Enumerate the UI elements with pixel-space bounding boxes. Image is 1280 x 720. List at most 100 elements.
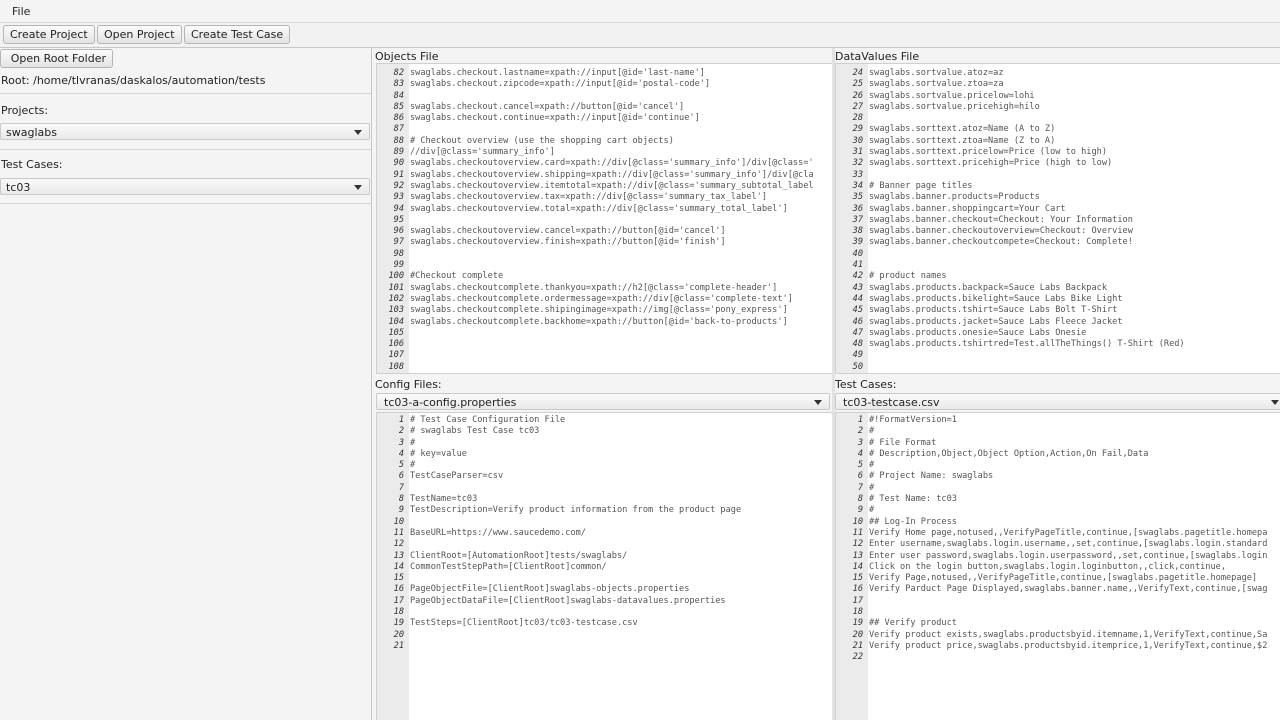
code-text: swaglabs.banner.checkout=Checkout: Your … [869,214,1133,225]
code-line: 100 #Checkout complete [377,271,832,282]
code-line: 4 # Description,Object,Object Option,Acti… [836,449,1280,460]
code-line: 2 # swaglabs Test Case tc03 [377,426,832,437]
code-line: 98 [377,249,832,260]
line-number: 12 [852,539,863,550]
line-number: 4 [398,448,404,459]
line-number: 87 [393,124,404,135]
line-number: 8 [398,494,404,505]
line-number: 41 [852,260,863,271]
code-line: 48 swaglabs.products.tshirtred=Test.allTh… [836,339,1280,350]
code-text: swaglabs.checkout.cancel=xpath://button[… [410,101,685,112]
line-number: 83 [393,79,404,90]
line-number: 90 [393,158,404,169]
open-project-button[interactable]: Open Project [97,25,182,44]
line-number: 21 [393,640,404,651]
test-case-editor[interactable]: 1 #!FormatVersion=1 2 #3 # File Format 4 # Des… [835,412,1280,720]
line-number: 99 [393,260,404,271]
line-number: 16 [852,584,863,595]
test-case-select-value: tc03 [6,181,31,194]
code-line: 93 swaglabs.checkoutoverview.tax=xpath://… [377,192,832,203]
line-number: 85 [393,101,404,112]
code-text: swaglabs.sorttext.pricehigh=Price (high … [869,158,1113,169]
code-line: 39 swaglabs.banner.checkoutcompete=Checko… [836,237,1280,248]
line-number: 96 [393,226,404,237]
test-case-select[interactable]: tc03 [0,178,370,195]
code-text: # File Format [869,437,937,448]
code-line: 99 [377,260,832,271]
line-number: 10 [852,516,863,527]
line-number: 14 [393,561,404,572]
config-file-editor[interactable]: 1 # Test Case Configuration File 2 # swagla… [376,412,832,720]
code-text: # [410,437,416,448]
code-text: //div[@class='summary_info'] [410,147,555,158]
code-line: 101 swaglabs.checkoutcomplete.thankyou=xp… [377,283,832,294]
code-text: swaglabs.sorttext.pricelow=Price (low to… [869,147,1107,158]
datavalues-file-editor[interactable]: 24 swaglabs.sortvalue.atoz=az 25 swaglabs.s… [835,63,1280,374]
code-line: 19 ## Verify product [836,618,1280,629]
code-line: 11 Verify Home page,notused,,VerifyPageTi… [836,528,1280,539]
line-number: 1 [857,415,863,425]
create-test-case-button[interactable]: Create Test Case [184,25,291,44]
code-line: 95 [377,215,832,226]
code-text: # Test Name: tc03 [869,494,957,505]
code-text: # swaglabs Test Case tc03 [410,426,540,437]
config-file-select[interactable]: tc03-a-config.properties [376,393,830,410]
objects-file-editor[interactable]: 82 swaglabs.checkout.lastname=xpath://inp… [376,63,832,374]
objects-file-lines: 82 swaglabs.checkout.lastname=xpath://inp… [377,68,832,373]
chevron-down-icon [354,130,362,135]
line-number: 39 [852,237,863,248]
code-line: 5 # [377,460,832,471]
line-number: 9 [398,505,404,516]
chevron-down-icon [354,185,362,190]
test-case-file-select-value: tc03-testcase.csv [843,396,940,409]
line-number: 11 [393,527,404,538]
line-number: 37 [852,214,863,225]
line-number: 38 [852,226,863,237]
code-line: 14 CommonTestStepPath=[ClientRoot]common/ [377,562,832,573]
line-number: 5 [398,460,404,471]
objects-file-pane: Objects File 82 swaglabs.checkout.lastnam… [374,48,832,375]
code-line: 20 [377,630,832,641]
code-line: 20 Verify product exists,swaglabs.product… [836,630,1280,641]
chevron-down-icon [1271,400,1279,405]
code-line: 34 # Banner page titles [836,181,1280,192]
code-text: TestCaseParser=csv [410,471,504,482]
code-line: 3 # File Format [836,438,1280,449]
line-number: 42 [852,271,863,282]
code-line: 3 # [377,438,832,449]
code-line: 47 swaglabs.products.onesie=Sauce Labs On… [836,328,1280,339]
line-number: 31 [852,147,863,158]
open-root-folder-button[interactable]: Open Root Folder [0,49,113,68]
code-text: #Checkout complete [410,271,504,282]
line-number: 103 [388,305,404,316]
code-line: 13 Enter user password,swaglabs.login.use… [836,551,1280,562]
line-number: 48 [852,339,863,350]
code-text: # Description,Object,Object Option,Actio… [869,448,1149,459]
code-text: swaglabs.checkoutoverview.cancel=xpath:/… [410,226,726,237]
line-number: 29 [852,124,863,135]
line-number: 26 [852,90,863,101]
code-text: swaglabs.banner.shoppingcart=Your Cart [869,203,1066,214]
line-number: 44 [852,293,863,304]
code-line: 7 [377,483,832,494]
code-line: 10 [377,517,832,528]
code-line: 29 swaglabs.sorttext.atoz=Name (A to Z) [836,124,1280,135]
code-line: 27 swaglabs.sortvalue.pricehigh=hilo [836,102,1280,113]
line-number: 19 [852,618,863,629]
line-number: 84 [393,90,404,101]
line-number: 47 [852,327,863,338]
code-text: swaglabs.checkoutcomplete.ordermessage=x… [410,293,793,304]
code-line: 104 swaglabs.checkoutcomplete.backhome=xp… [377,317,832,328]
line-number: 34 [852,180,863,191]
project-select[interactable]: swaglabs [0,123,370,140]
code-text: Verify Home page,notused,,VerifyPageTitl… [869,527,1268,538]
line-number: 8 [857,494,863,505]
line-number: 108 [388,361,404,372]
line-number: 13 [852,550,863,561]
code-line: 18 [377,607,832,618]
line-number: 21 [852,640,863,651]
test-case-file-select[interactable]: tc03-testcase.csv [835,393,1280,410]
menu-file[interactable]: File [12,5,30,18]
code-text: ## Log-In Process [869,516,957,527]
create-project-button[interactable]: Create Project [3,25,95,44]
